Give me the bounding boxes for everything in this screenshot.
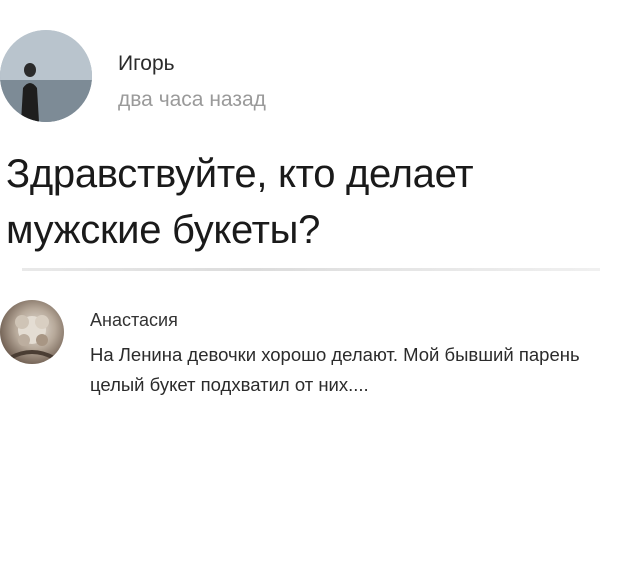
commenter-name[interactable]: Анастасия: [90, 310, 178, 331]
comment-item: Анастасия На Ленина девочки хорошо делаю…: [0, 296, 640, 416]
floral-avatar-icon: [9, 315, 55, 360]
author-avatar[interactable]: [0, 30, 92, 122]
post-header: Игорь два часа назад: [0, 24, 640, 124]
person-avatar-icon: [0, 30, 92, 122]
post-text: Здравствуйте, кто делает мужские букеты?: [6, 152, 474, 252]
comment-text: На Ленина девочки хорошо делают. Мой быв…: [90, 344, 580, 395]
post-timestamp: два часа назад: [118, 88, 266, 111]
commenter-avatar[interactable]: [0, 300, 64, 364]
divider: [22, 268, 600, 271]
author-name[interactable]: Игорь: [118, 52, 175, 76]
